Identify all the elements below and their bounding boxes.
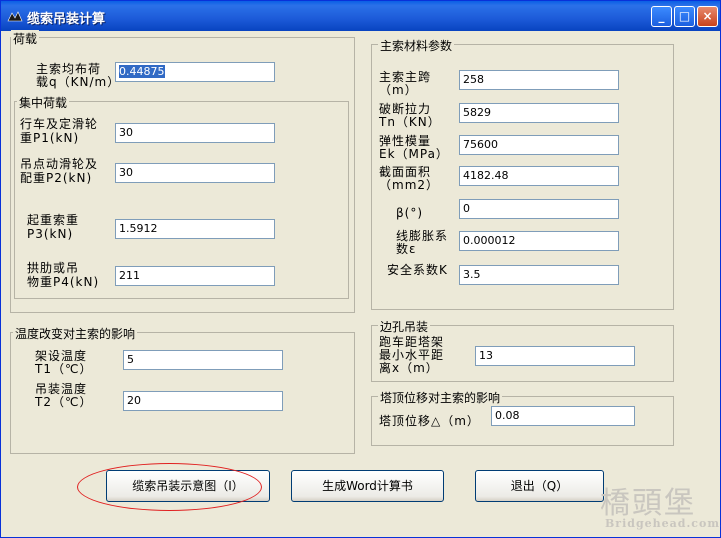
p3-label-unit: P3(kN): [27, 227, 74, 241]
p1-input[interactable]: 30: [115, 123, 275, 143]
beta-label: β(°): [396, 206, 424, 220]
x-label: 跑车距塔架: [379, 335, 445, 349]
t2-label-unit: T2（℃）: [35, 395, 93, 409]
ek-label: 弹性模量: [379, 134, 432, 148]
ek-input[interactable]: 75600: [459, 135, 619, 155]
p4-label: 拱肋或吊: [27, 261, 80, 275]
tn-label: 破断拉力: [379, 102, 432, 116]
span-label: 主索主跨: [379, 70, 432, 84]
span-input[interactable]: 258: [459, 70, 619, 90]
delta-label: 塔顶位移△（m）: [379, 414, 480, 428]
delta-input[interactable]: 0.08: [491, 406, 635, 426]
expansion-label-unit: 数ε: [396, 242, 417, 256]
word-report-button[interactable]: 生成Word计算书: [291, 470, 444, 502]
app-icon: [7, 11, 23, 22]
tn-input[interactable]: 5829: [459, 103, 619, 123]
ek-label-unit: Ek（MPa）: [379, 147, 449, 161]
x-label-line2: 最小水平距: [379, 348, 445, 362]
close-button[interactable]: ×: [697, 6, 718, 27]
x-input[interactable]: 13: [475, 346, 635, 366]
p2-input[interactable]: 30: [115, 163, 275, 183]
area-label-unit: （mm2）: [379, 178, 440, 192]
t1-label: 架设温度: [35, 349, 88, 363]
q-label-unit: 载q（KN/m）: [36, 75, 121, 89]
q-input[interactable]: 0.44875: [115, 62, 275, 82]
minimize-icon: _: [658, 9, 665, 23]
x-label-unit: 离x（m）: [379, 361, 439, 375]
p1-label-unit: 重P1(kN): [20, 131, 80, 145]
tower-displacement-group-title: 塔顶位移对主索的影响: [378, 389, 503, 406]
edge-span-group-title: 边孔吊装: [378, 318, 431, 335]
watermark-logo: 橋頭堡: [600, 486, 696, 521]
tn-label-unit: Tn（KN）: [379, 115, 441, 129]
maximize-icon: □: [678, 9, 691, 23]
k-label: 安全系数K: [387, 263, 448, 277]
material-group-title: 主索材料参数: [378, 37, 455, 54]
beta-input[interactable]: 0: [459, 199, 619, 219]
close-icon: ×: [702, 9, 713, 23]
k-input[interactable]: 3.5: [459, 265, 619, 285]
p2-label-unit: 配重P2(kN): [20, 171, 93, 185]
exit-button[interactable]: 退出（Q）: [475, 470, 604, 502]
p3-input[interactable]: 1.5912: [115, 219, 275, 239]
area-input[interactable]: 4182.48: [459, 166, 619, 186]
expansion-label: 线膨胀系: [396, 229, 449, 243]
highlight-ellipse: [77, 463, 262, 511]
p3-label: 起重索重: [27, 213, 80, 227]
t1-label-unit: T1（℃）: [35, 362, 93, 376]
area-label: 截面面积: [379, 165, 432, 179]
watermark-site: Bridgehead.com.cn: [605, 517, 721, 530]
temperature-group-title: 温度改变对主索的影响: [13, 325, 138, 342]
window-title: 缆索吊装计算: [27, 12, 106, 27]
maximize-button[interactable]: □: [674, 6, 695, 27]
q-label: 主索均布荷: [36, 62, 102, 76]
span-label-unit: （m）: [379, 83, 418, 97]
t2-input[interactable]: 20: [123, 391, 283, 411]
concentrated-load-title: 集中荷载: [17, 94, 70, 111]
minimize-button[interactable]: _: [651, 6, 672, 27]
p4-input[interactable]: 211: [115, 266, 275, 286]
p4-label-unit: 物重P4(kN): [27, 275, 100, 289]
load-group-title: 荷载: [11, 30, 40, 47]
p2-label: 吊点动滑轮及: [20, 157, 99, 171]
p1-label: 行车及定滑轮: [20, 117, 99, 131]
expansion-input[interactable]: 0.000012: [459, 231, 619, 251]
t1-input[interactable]: 5: [123, 350, 283, 370]
title-bar[interactable]: 缆索吊装计算 _ □ ×: [1, 1, 720, 31]
t2-label: 吊装温度: [35, 382, 88, 396]
